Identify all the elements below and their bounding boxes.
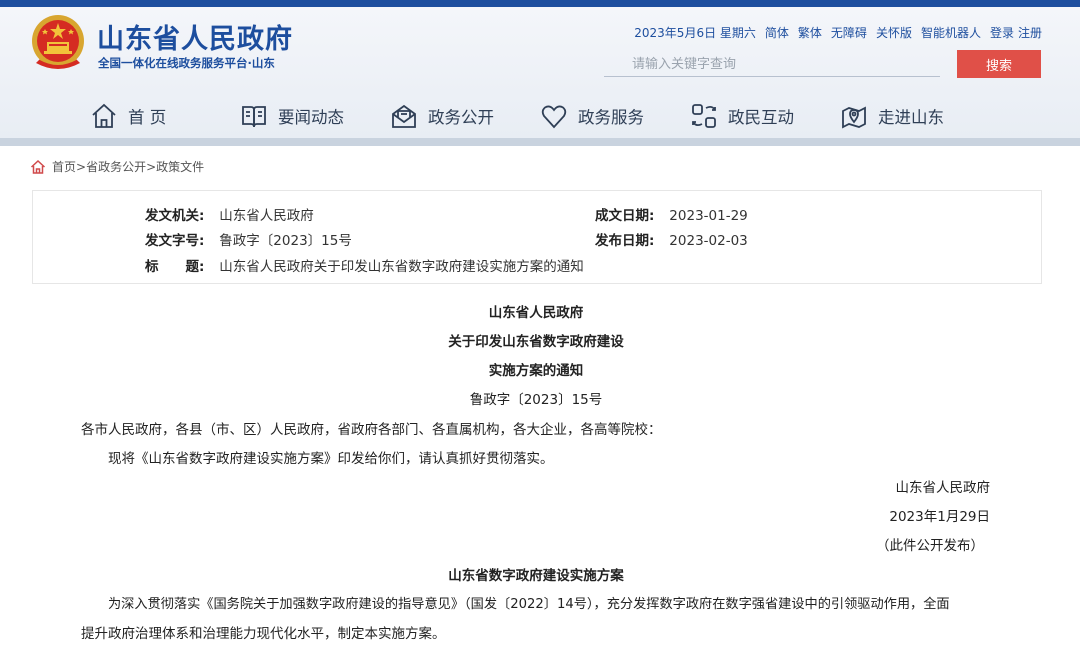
issuer-label: 发文机关:	[145, 208, 205, 224]
doc-recipients: 各市人民政府，各县（市、区）人民政府，省政府各部门、各直属机构，各大企业，各高等…	[81, 422, 662, 438]
title-label: 标 题:	[145, 259, 205, 275]
heart-icon	[540, 102, 568, 130]
nav-open[interactable]: 政务公开	[390, 98, 540, 134]
written-label: 成文日期:	[595, 208, 655, 224]
book-icon	[240, 102, 268, 130]
plan-paragraph-2: 提升政府治理体系和治理能力现代化水平，制定本实施方案。	[81, 626, 446, 642]
nav-interact[interactable]: 政民互动	[690, 98, 840, 134]
interaction-icon	[690, 102, 718, 130]
meta-published-date: 发布日期: 2023-02-03	[595, 229, 748, 249]
doc-no-value: 鲁政字〔2023〕15号	[219, 233, 352, 249]
breadcrumb-home[interactable]: 首页	[52, 160, 76, 174]
home-icon[interactable]	[30, 159, 46, 175]
search-input[interactable]	[604, 53, 940, 77]
written-value: 2023-01-29	[669, 208, 748, 224]
doc-heading-1: 山东省人民政府	[488, 305, 584, 321]
top-stripe	[0, 0, 1080, 7]
plan-title: 山东省数字政府建设实施方案	[448, 568, 624, 584]
doc-signature: 山东省人民政府	[895, 480, 991, 496]
site-subtitle: 全国一体化在线政务服务平台·山东	[98, 56, 275, 70]
nav-home-label: 首 页	[128, 108, 167, 127]
nav-news[interactable]: 要闻动态	[240, 98, 390, 134]
published-label: 发布日期:	[595, 233, 655, 249]
nav-about[interactable]: 走进山东	[840, 98, 990, 134]
nav-home[interactable]: 首 页	[90, 98, 240, 134]
breadcrumb-level2[interactable]: 政策文件	[156, 160, 204, 174]
national-emblem-icon	[32, 15, 84, 69]
top-links: 2023年5月6日 星期六 简体 繁体 无障碍 关怀版 智能机器人 登录 注册	[634, 24, 1042, 41]
doc-no-label: 发文字号:	[145, 233, 205, 249]
breadcrumb-separator: >	[76, 160, 87, 174]
doc-date: 2023年1月29日	[889, 509, 990, 525]
site-title[interactable]: 山东省人民政府	[97, 17, 293, 56]
doc-number: 鲁政字〔2023〕15号	[469, 392, 603, 408]
breadcrumb-separator: >	[146, 160, 157, 174]
doc-heading-3: 实施方案的通知	[488, 363, 584, 379]
nav-service[interactable]: 政务服务	[540, 98, 690, 134]
login-link[interactable]: 登录	[990, 24, 1014, 41]
open-gov-icon	[390, 102, 418, 130]
meta-doc-no: 发文字号: 鲁政字〔2023〕15号	[145, 229, 352, 249]
current-date: 2023年5月6日 星期六	[634, 26, 756, 40]
nav-news-label: 要闻动态	[278, 108, 344, 127]
doc-heading-2: 关于印发山东省数字政府建设	[448, 334, 624, 350]
meta-written-date: 成文日期: 2023-01-29	[595, 204, 748, 224]
simplified-link[interactable]: 简体	[765, 24, 789, 41]
breadcrumb: 首页>省政务公开>政策文件	[30, 158, 204, 175]
header-divider	[0, 138, 1080, 146]
register-link[interactable]: 注册	[1018, 24, 1042, 41]
breadcrumb-level1[interactable]: 省政务公开	[86, 160, 146, 174]
nav-service-label: 政务服务	[578, 108, 644, 127]
robot-link[interactable]: 智能机器人	[921, 24, 981, 41]
home-icon	[90, 102, 118, 130]
main-nav: 首 页 要闻动态 政务公开 政务服务 政民互动 走进山东	[90, 98, 990, 134]
traditional-link[interactable]: 繁体	[798, 24, 822, 41]
search-button[interactable]: 搜索	[957, 50, 1041, 78]
nav-about-label: 走进山东	[878, 108, 944, 127]
meta-issuer: 发文机关: 山东省人民政府	[145, 204, 314, 224]
nav-open-label: 政务公开	[428, 108, 494, 127]
nav-interact-label: 政民互动	[728, 108, 794, 127]
doc-body-text: 现将《山东省数字政府建设实施方案》印发给你们，请认真抓好贯彻落实。	[108, 451, 554, 467]
title-value: 山东省人民政府关于印发山东省数字政府建设实施方案的通知	[219, 259, 584, 275]
map-pin-icon	[840, 102, 868, 130]
published-value: 2023-02-03	[669, 233, 748, 249]
meta-title: 标 题: 山东省人民政府关于印发山东省数字政府建设实施方案的通知	[145, 255, 584, 275]
plan-paragraph-1: 为深入贯彻落实《国务院关于加强数字政府建设的指导意见》（国发〔2022〕14号）…	[108, 597, 950, 612]
accessible-link[interactable]: 无障碍	[831, 24, 867, 41]
care-version-link[interactable]: 关怀版	[876, 24, 912, 41]
issuer-value: 山东省人民政府	[219, 208, 314, 224]
doc-publish-note: （此件公开发布）	[876, 538, 984, 554]
